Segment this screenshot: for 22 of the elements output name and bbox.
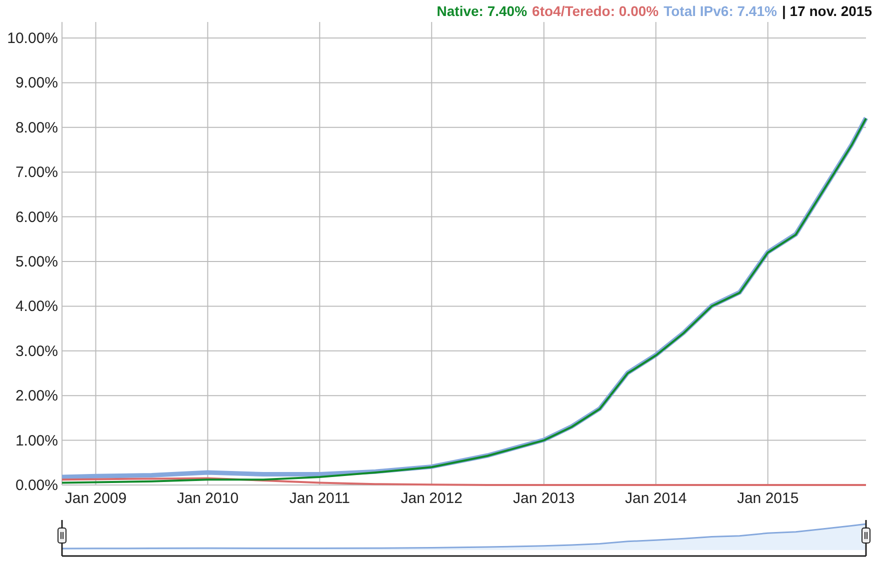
y-axis-label: 8.00% [15, 119, 58, 136]
legend-item: Total IPv6: 7.41% [664, 3, 777, 19]
y-axis-label: 0.00% [15, 477, 58, 494]
x-axis-label: Jan 2015 [736, 490, 799, 507]
y-axis-label: 10.00% [7, 30, 58, 47]
legend-item: 6to4/Teredo: 0.00% [532, 3, 659, 19]
x-axis-label: Jan 2011 [289, 490, 350, 507]
x-axis-label: Jan 2012 [400, 490, 462, 507]
x-axis-label: Jan 2013 [513, 490, 575, 507]
y-axis-label: 5.00% [15, 254, 58, 270]
legend-item: Native: 7.40% [436, 3, 528, 19]
x-axis-label: Jan 2014 [625, 490, 687, 507]
x-axis-label: Jan 2010 [176, 490, 239, 507]
y-axis-label: 1.00% [15, 432, 58, 450]
y-axis-label: 2.00% [15, 388, 58, 405]
y-axis-label: 3.00% [15, 342, 58, 360]
y-axis-label: 7.00% [15, 164, 58, 182]
date-label: | 17 nov. 2015 [782, 3, 872, 19]
x-axis-label: Jan 2009 [64, 490, 127, 507]
y-axis-label: 4.00% [15, 298, 58, 316]
y-axis-label: 9.00% [15, 74, 58, 92]
y-axis-label: 6.00% [15, 208, 58, 226]
